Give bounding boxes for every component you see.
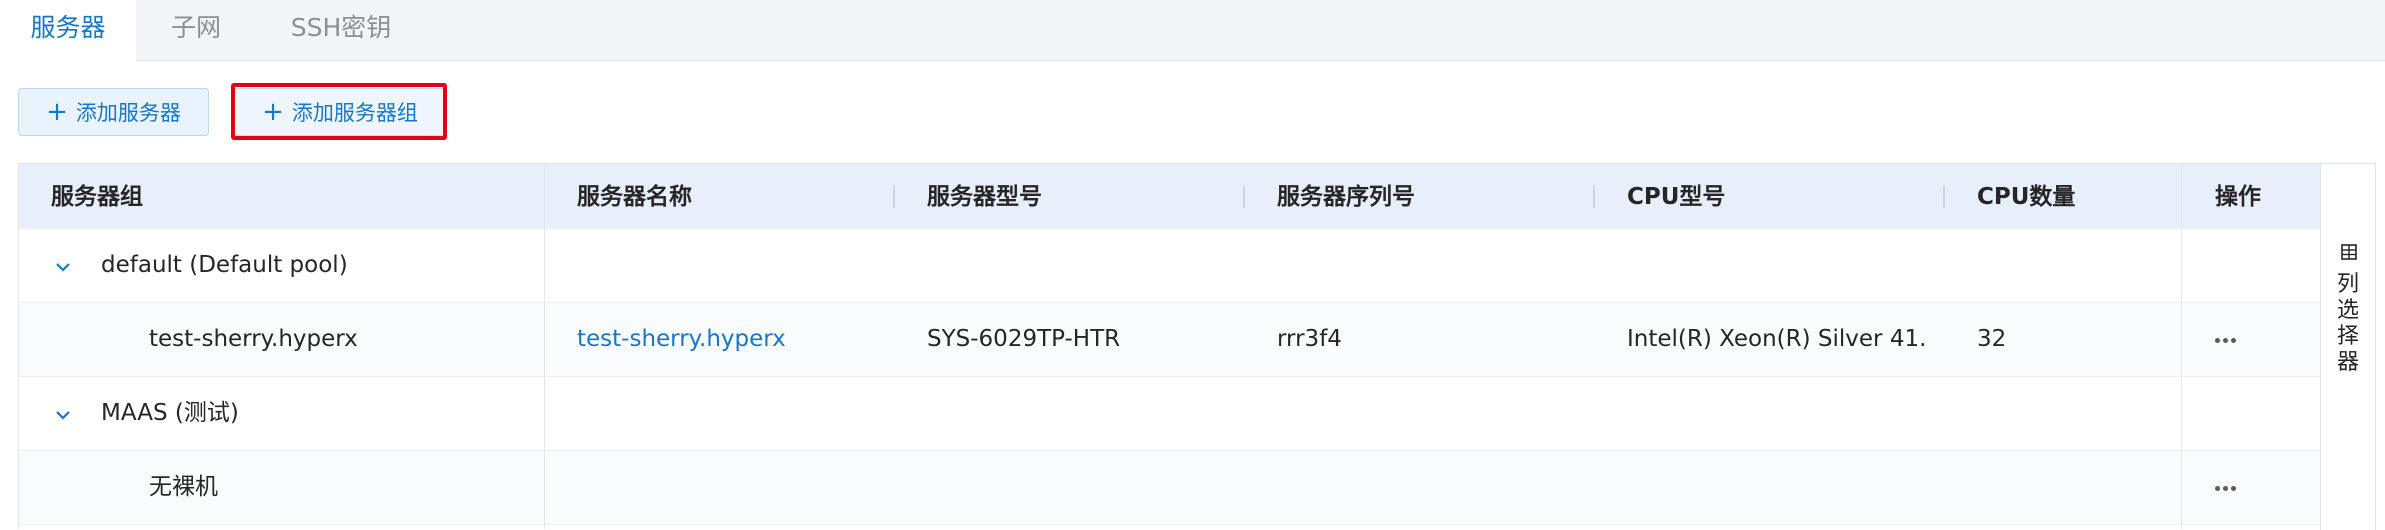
tab-servers[interactable]: 服务器 [0, 0, 136, 61]
column-resize-handle[interactable] [1593, 186, 1595, 208]
header-server-group: 服务器组 [51, 184, 143, 210]
chevron-down-icon[interactable] [55, 407, 71, 423]
group-row[interactable]: default (Default pool) [19, 229, 2321, 303]
add-server-label: 添加服务器 [75, 101, 181, 125]
group-name: MAAS (测试) [101, 400, 239, 426]
table-row: test-sherry.hyperx test-sherry.hyperx SY… [19, 303, 2321, 377]
header-actions: 操作 [2215, 184, 2261, 210]
server-group-cell: test-sherry.hyperx [149, 326, 358, 352]
column-resize-handle[interactable] [1943, 186, 1945, 208]
server-serial-cell: rrr3f4 [1277, 326, 1342, 352]
plus-icon: + [46, 97, 68, 127]
column-divider [2181, 163, 2182, 529]
tab-bar: 服务器 子网 SSH密钥 [0, 0, 2385, 61]
group-row[interactable]: MAAS (测试) [19, 377, 2321, 451]
cpu-count-cell: 32 [1977, 326, 2007, 352]
column-selector-button[interactable]: 列选择器 [2320, 163, 2376, 530]
highlight-box [231, 83, 447, 140]
column-selector-label: 列选择器 [2336, 272, 2359, 375]
table-header: 服务器组 服务器名称 服务器型号 服务器序列号 CPU型号 CPU数量 操作 [19, 163, 2321, 230]
header-serial: 服务器序列号 [1277, 184, 1415, 210]
more-actions-icon[interactable] [2213, 330, 2243, 350]
column-divider [544, 163, 545, 529]
more-actions-icon[interactable] [2213, 478, 2243, 498]
header-server-model: 服务器型号 [927, 184, 1042, 210]
column-resize-handle[interactable] [1243, 186, 1245, 208]
table-row: 无裸机 [19, 451, 2321, 525]
column-resize-handle[interactable] [893, 186, 895, 208]
columns-icon [2341, 244, 2357, 260]
add-server-button[interactable]: + 添加服务器 [18, 88, 209, 136]
tab-subnets[interactable]: 子网 [136, 0, 256, 60]
tab-ssh-keys[interactable]: SSH密钥 [256, 0, 426, 60]
server-group-cell: 无裸机 [149, 474, 218, 500]
header-cpu-model: CPU型号 [1627, 184, 1726, 210]
group-name: default (Default pool) [101, 252, 348, 278]
header-server-name: 服务器名称 [577, 184, 692, 210]
header-cpu-count: CPU数量 [1977, 184, 2076, 210]
server-table: 服务器组 服务器名称 服务器型号 服务器序列号 CPU型号 CPU数量 操作 d… [18, 163, 2321, 529]
chevron-down-icon[interactable] [55, 259, 71, 275]
server-name-link[interactable]: test-sherry.hyperx [577, 303, 786, 376]
server-model-cell: SYS-6029TP-HTR [927, 326, 1121, 352]
cpu-model-cell: Intel(R) Xeon(R) Silver 41... [1627, 326, 1927, 352]
